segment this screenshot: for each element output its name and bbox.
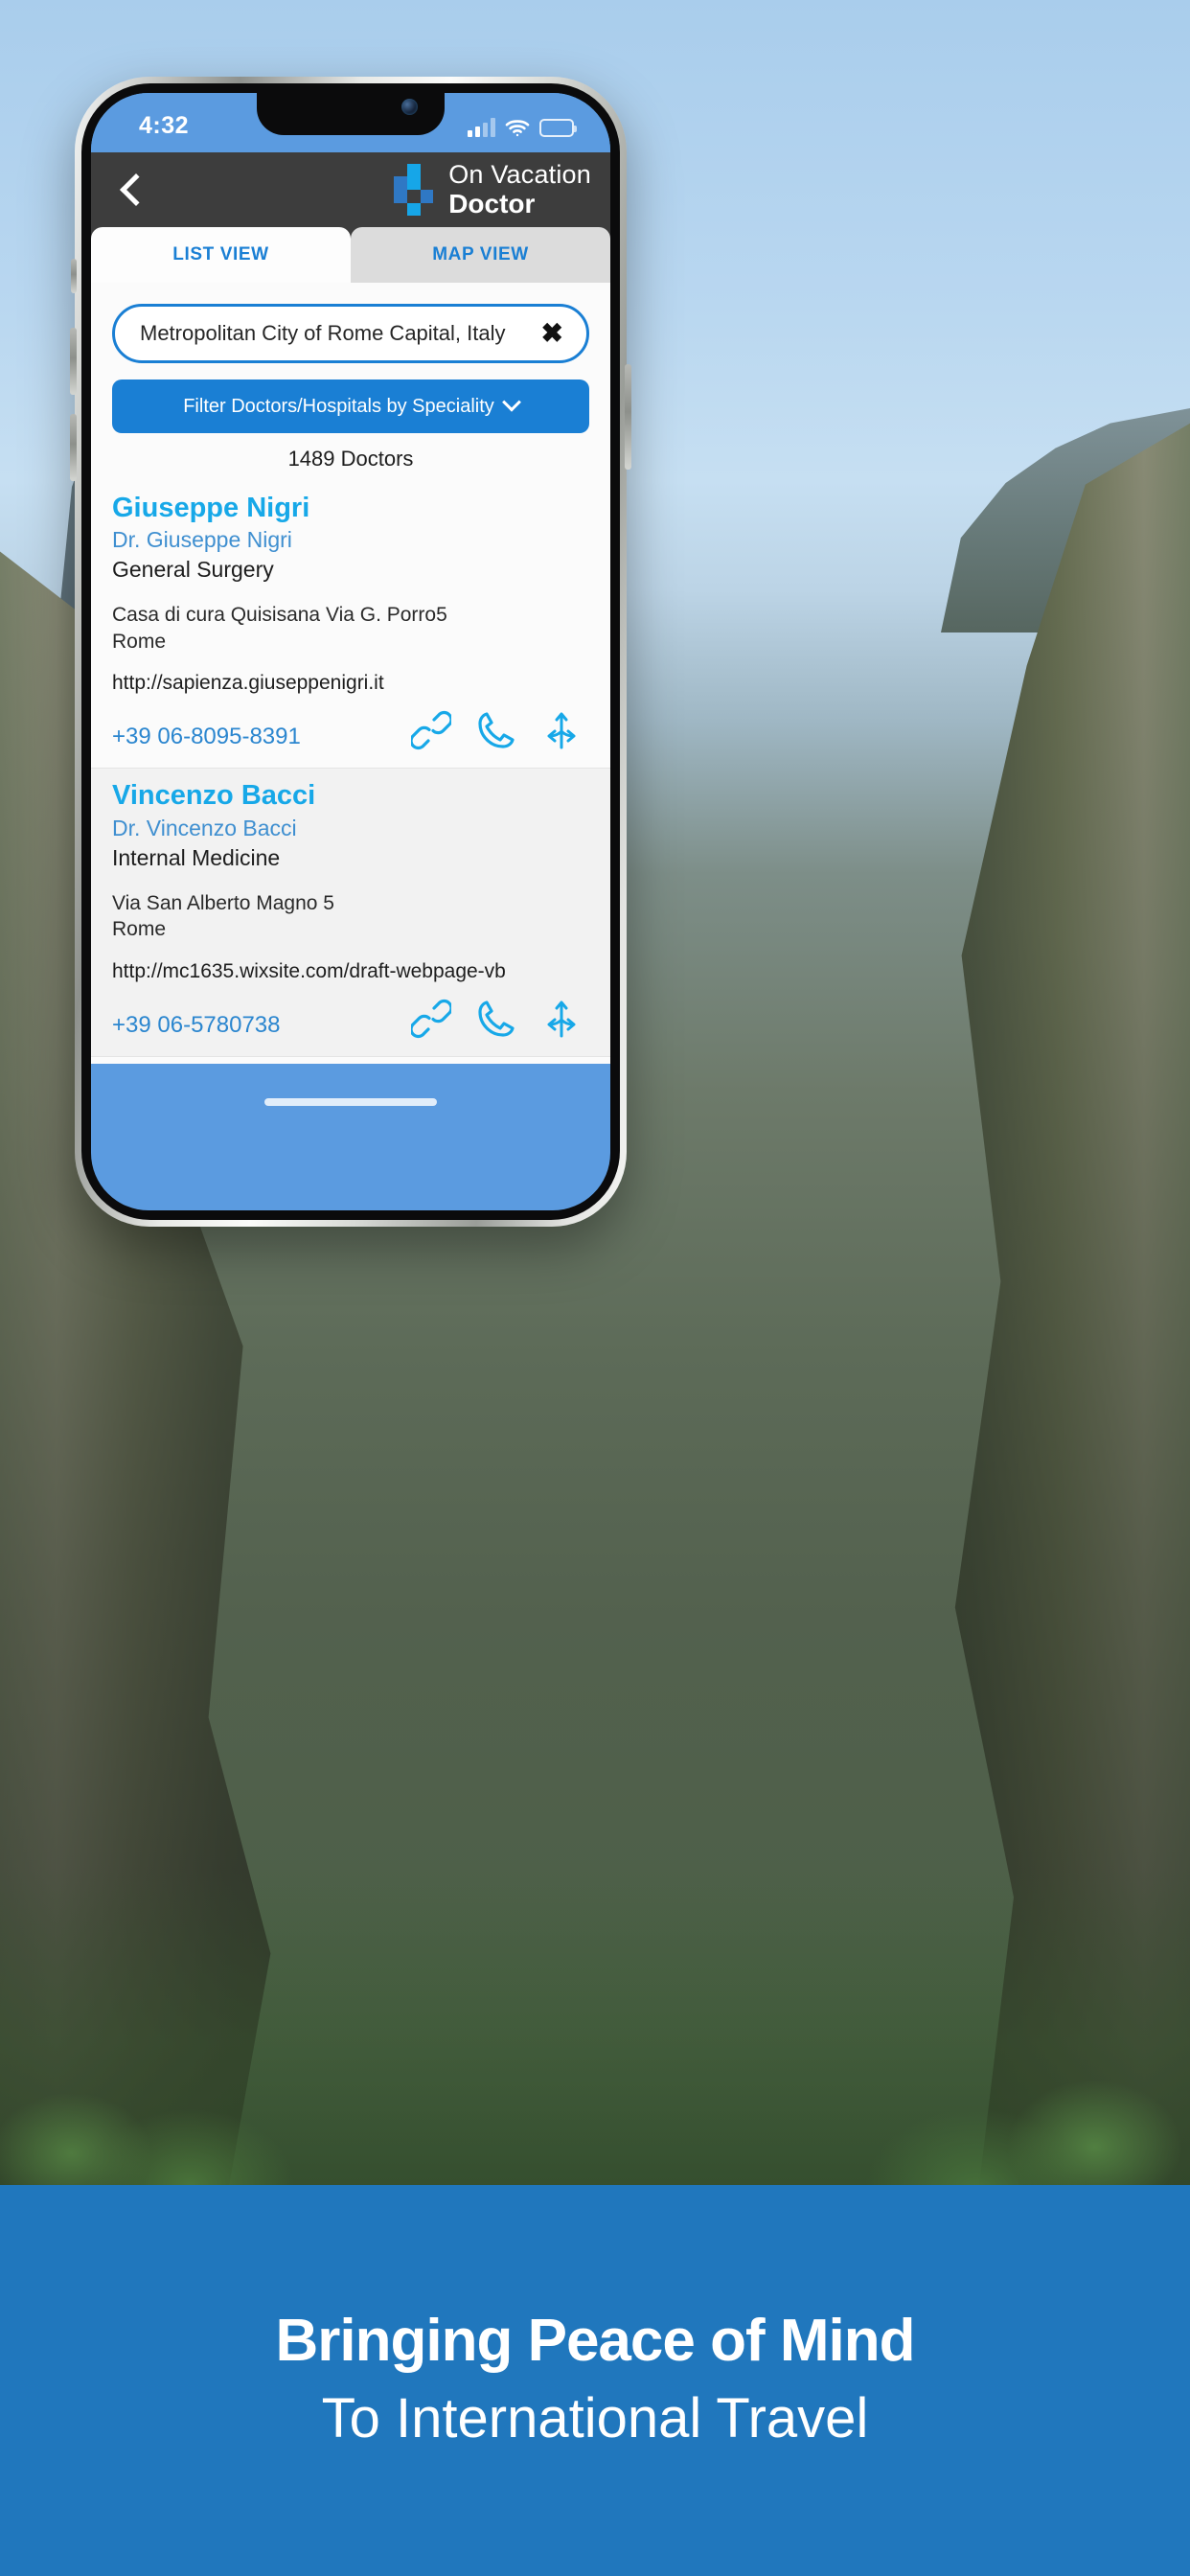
filter-button-label: Filter Doctors/Hospitals by Speciality (183, 395, 494, 417)
caption-line-2: To International Travel (321, 2386, 869, 2450)
filter-speciality-button[interactable]: Filter Doctors/Hospitals by Speciality (112, 380, 589, 433)
volume-up-button[interactable] (70, 328, 77, 395)
doctor-speciality: Internal Medicine (112, 844, 281, 870)
address-line-1: Via San Alberto Magno 5 (112, 891, 334, 914)
power-button[interactable] (625, 364, 631, 470)
address-line-1: Casa di cura Quisisana Via G. Porro5 (112, 604, 447, 627)
directions-icon[interactable] (541, 710, 582, 750)
doctor-website[interactable]: http://sapienza.giuseppenigri.it (112, 672, 589, 695)
close-x-icon[interactable]: ✖ (541, 320, 563, 347)
screen-bottom-bar (91, 1064, 610, 1125)
phone-device-mockup: 4:32 On Vacation Doctor LIST VIEW MAP VI… (70, 77, 631, 1227)
doctor-speciality: General Surgery (112, 557, 274, 583)
chevron-down-icon (501, 392, 521, 412)
status-bar: 4:32 (91, 93, 610, 152)
home-indicator[interactable] (264, 1098, 437, 1106)
doctor-list: Giuseppe Nigri Dr. Giuseppe Nigri Genera… (91, 481, 610, 1125)
app-header: On Vacation Doctor (91, 152, 610, 227)
status-bar-time: 4:32 (139, 112, 190, 139)
marketing-screenshot: 4:32 On Vacation Doctor LIST VIEW MAP VI… (0, 0, 1190, 2576)
tab-list-view[interactable]: LIST VIEW (91, 227, 351, 283)
doctor-address: Casa di cura Quisisana Via G. Porro5 Rom… (112, 602, 589, 655)
search-input[interactable]: Metropolitan City of Rome Capital, Italy… (112, 304, 589, 363)
front-camera-icon (401, 99, 418, 115)
doctor-phone[interactable]: +39 06-8095-8391 (112, 724, 301, 750)
phone-icon[interactable] (476, 999, 516, 1039)
link-icon[interactable] (411, 999, 451, 1039)
doctor-name: Vincenzo Bacci (112, 780, 316, 812)
mute-switch[interactable] (71, 259, 77, 293)
address-line-2: Rome (112, 918, 167, 941)
cellular-signal-icon (468, 118, 495, 137)
phone-screen: 4:32 On Vacation Doctor LIST VIEW MAP VI… (91, 93, 610, 1210)
tab-map-view[interactable]: MAP VIEW (351, 227, 610, 283)
doctor-title-name: Dr. Giuseppe Nigri (112, 527, 292, 553)
doctor-actions (411, 710, 589, 750)
view-tabs: LIST VIEW MAP VIEW (91, 227, 610, 283)
brand-line-1: On Vacation (448, 160, 591, 189)
wifi-icon (505, 118, 530, 137)
app-content: Metropolitan City of Rome Capital, Italy… (91, 283, 610, 1125)
battery-icon (539, 119, 577, 137)
brand-name: On Vacation Doctor (448, 162, 591, 218)
marketing-caption: Bringing Peace of Mind To International … (0, 2185, 1190, 2576)
status-bar-icons (468, 110, 577, 137)
doctor-name: Giuseppe Nigri (112, 493, 310, 523)
doctor-address: Via San Alberto Magno 5 Rome (112, 890, 589, 943)
doctor-card[interactable]: Giuseppe Nigri Dr. Giuseppe Nigri Genera… (91, 481, 610, 768)
caption-line-1: Bringing Peace of Mind (275, 2307, 916, 2374)
link-icon[interactable] (411, 710, 451, 750)
search-input-value: Metropolitan City of Rome Capital, Italy (140, 321, 506, 345)
address-line-2: Rome (112, 630, 167, 653)
device-notch (257, 93, 445, 135)
background-foliage (0, 1869, 1190, 2185)
phone-icon[interactable] (476, 710, 516, 750)
doctor-phone[interactable]: +39 06-5780738 (112, 1012, 281, 1039)
doctor-title-name: Dr. Vincenzo Bacci (112, 815, 297, 840)
results-count: 1489 Doctors (287, 447, 414, 471)
doctor-card-footer: +39 06-8095-8391 (112, 710, 589, 750)
doctor-website[interactable]: http://mc1635.wixsite.com/draft-webpage-… (112, 960, 589, 983)
brand-line-2: Doctor (448, 189, 536, 218)
brand-logo: On Vacation Doctor (383, 162, 591, 218)
search-area: Metropolitan City of Rome Capital, Italy… (91, 283, 610, 363)
doctor-actions (411, 999, 589, 1039)
doctor-card[interactable]: Vincenzo Bacci Dr. Vincenzo Bacci Intern… (91, 768, 610, 1056)
medical-cross-logo-icon (383, 162, 439, 218)
directions-icon[interactable] (541, 999, 582, 1039)
back-chevron-icon[interactable] (112, 172, 149, 208)
volume-down-button[interactable] (70, 414, 77, 481)
doctor-card-footer: +39 06-5780738 (112, 999, 589, 1039)
